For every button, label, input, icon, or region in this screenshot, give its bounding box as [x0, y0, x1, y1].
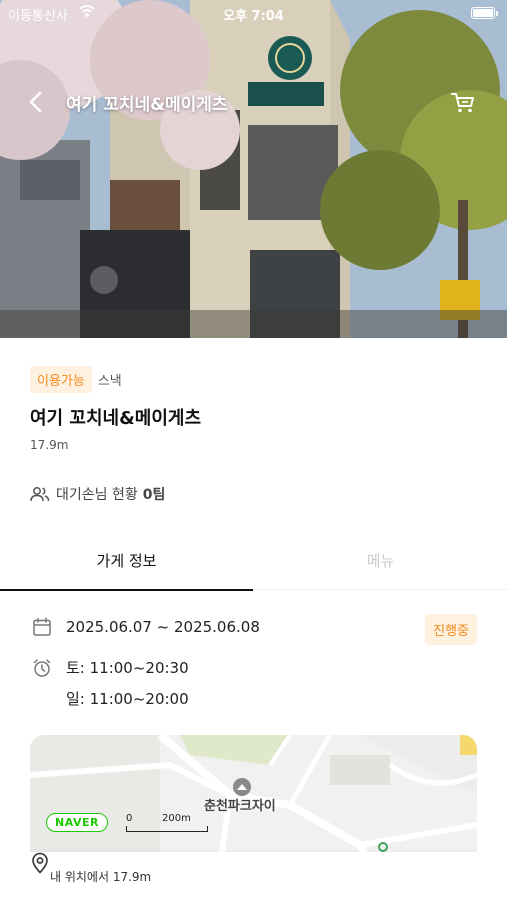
- map-poi-label: 춘천파크자이: [204, 799, 276, 814]
- waiting-status: 대기손님 현황 0팀: [30, 484, 165, 504]
- map-scale-max: 200m: [162, 813, 191, 824]
- waiting-label: 대기손님 현황: [56, 487, 138, 503]
- battery-icon: [471, 7, 498, 19]
- location-distance-bar: 내 위치에서 17.9m: [30, 852, 477, 900]
- status-time: 오후 7:04: [223, 9, 284, 24]
- location-map[interactable]: 춘천파크자이 NAVER 0 200m 내 위치에서 17.9m: [30, 735, 477, 900]
- hours-saturday: 토: 11:00~20:30: [66, 659, 189, 677]
- tab-store-info[interactable]: 가게 정보: [0, 536, 253, 591]
- store-name: 여기 꼬치네&메이게츠: [30, 408, 202, 429]
- status-bar: 이동통신사 오후 7:04: [0, 0, 507, 28]
- cart-icon: [451, 93, 474, 113]
- tab-bar: 가게 정보 메뉴: [0, 536, 507, 591]
- status-badge: 진행중: [425, 614, 477, 645]
- map-scale-min: 0: [126, 813, 133, 824]
- cart-button[interactable]: [449, 88, 477, 116]
- hours-saturday-row: 토: 11:00~20:30: [32, 657, 189, 678]
- top-nav-bar: 여기 꼬치네&메이게츠: [0, 84, 507, 120]
- store-distance: 17.9m: [30, 438, 69, 452]
- location-pin-icon: [32, 852, 48, 874]
- category-label: 스낵: [97, 374, 122, 389]
- availability-badge: 이용가능: [30, 366, 92, 393]
- store-photo: [0, 0, 507, 338]
- alarm-clock-icon: [33, 658, 51, 677]
- tab-menu[interactable]: 메뉴: [254, 536, 507, 590]
- hours-sunday-row: 일: 11:00~20:00: [66, 688, 189, 709]
- chevron-left-icon: [29, 91, 42, 113]
- store-hero-image: 이동통신사 오후 7:04 여기 꼬치네&메이게츠: [0, 0, 507, 338]
- naver-logo: NAVER: [46, 813, 108, 832]
- back-button[interactable]: [22, 86, 52, 118]
- header-title: 여기 꼬치네&메이게츠: [66, 95, 228, 115]
- users-icon: [30, 487, 50, 502]
- badge-row: 이용가능 스낵: [30, 366, 122, 393]
- calendar-icon: [33, 617, 51, 636]
- hours-sunday: 일: 11:00~20:00: [66, 690, 189, 708]
- date-range: 2025.06.07 ~ 2025.06.08: [66, 618, 260, 636]
- map-scale-bar: [126, 826, 208, 832]
- waiting-count: 0팀: [142, 487, 166, 503]
- event-date-row: 2025.06.07 ~ 2025.06.08: [32, 617, 260, 637]
- location-distance-text: 내 위치에서 17.9m: [50, 869, 152, 884]
